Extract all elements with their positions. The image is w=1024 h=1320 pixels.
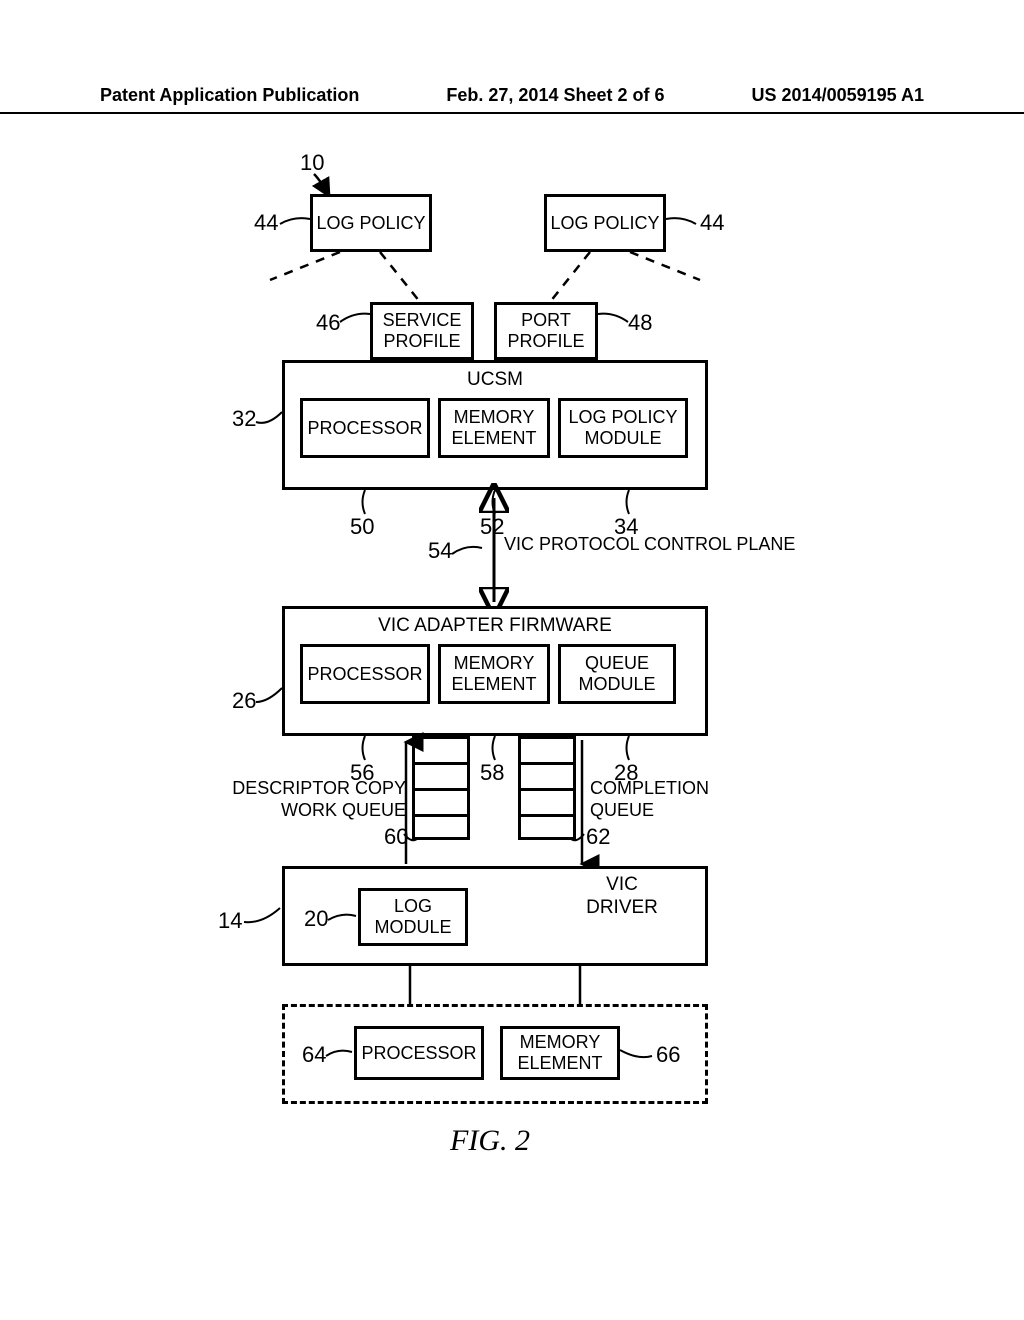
leader-26 [256, 686, 286, 704]
log-module-label: LOG MODULE [361, 896, 465, 937]
leader-46 [340, 310, 372, 326]
processor-2-label: PROCESSOR [307, 664, 422, 685]
ref-50: 50 [350, 514, 374, 540]
header-left: Patent Application Publication [100, 85, 359, 106]
memory-element-1-box: MEMORY ELEMENT [438, 398, 550, 458]
vic-protocol-label: VIC PROTOCOL CONTROL PLANE [504, 534, 795, 556]
log-policy-b-label: LOG POLICY [550, 213, 659, 234]
leader-64 [326, 1046, 356, 1060]
dashed-connectors-top [260, 252, 720, 312]
queue-module-label: QUEUE MODULE [561, 653, 673, 694]
header-right: US 2014/0059195 A1 [752, 85, 924, 106]
processor-1-label: PROCESSOR [307, 418, 422, 439]
ref-46: 46 [316, 310, 340, 336]
ref-32: 32 [232, 406, 256, 432]
diagram-container: 10 LOG POLICY 44 LOG POLICY 44 [0, 140, 1024, 1240]
completion-queue-62 [518, 736, 576, 840]
page: Patent Application Publication Feb. 27, … [0, 0, 1024, 1320]
log-policy-box-b: LOG POLICY [544, 194, 666, 252]
header-center: Feb. 27, 2014 Sheet 2 of 6 [446, 85, 664, 106]
descriptor-queue-label: DESCRIPTOR COPY WORK QUEUE [206, 778, 406, 821]
ref-58: 58 [480, 760, 504, 786]
processor-1-box: PROCESSOR [300, 398, 430, 458]
ref-26: 26 [232, 688, 256, 714]
memory-element-2-box: MEMORY ELEMENT [438, 644, 550, 704]
port-profile-label: PORT PROFILE [497, 310, 595, 351]
arrow-up-queue [400, 736, 420, 876]
ref-54: 54 [428, 538, 452, 564]
processor-2-box: PROCESSOR [300, 644, 430, 704]
leader-32 [256, 410, 286, 426]
leader-56 [358, 736, 372, 762]
memory-element-3-box: MEMORY ELEMENT [500, 1026, 620, 1080]
leader-66 [620, 1046, 656, 1060]
leader-58 [488, 736, 502, 762]
ref-20: 20 [304, 906, 328, 932]
memory-element-2-label: MEMORY ELEMENT [441, 653, 547, 694]
double-arrow-54 [484, 490, 504, 610]
leader-54 [452, 542, 486, 558]
ref-44a: 44 [254, 210, 278, 236]
completion-queue-label: COMPLETION QUEUE [590, 778, 740, 821]
log-policy-module-label: LOG POLICY MODULE [561, 407, 685, 448]
memory-element-3-label: MEMORY ELEMENT [503, 1032, 617, 1073]
vic-driver-label: VIC DRIVER [572, 874, 672, 920]
arrow-down-queue [576, 736, 596, 876]
service-profile-box: SERVICE PROFILE [370, 302, 474, 360]
leader-48 [598, 310, 630, 326]
leader-28 [622, 736, 636, 762]
service-profile-label: SERVICE PROFILE [373, 310, 471, 351]
figure-caption: FIG. 2 [450, 1124, 530, 1158]
log-policy-module-box: LOG POLICY MODULE [558, 398, 688, 458]
vic-firmware-title: VIC ADAPTER FIRMWARE [285, 615, 705, 637]
leader-44a [280, 214, 314, 232]
leader-44b [666, 214, 700, 232]
leader-34 [622, 490, 636, 516]
leader-14 [244, 906, 284, 924]
ref-66: 66 [656, 1042, 680, 1068]
log-policy-a-label: LOG POLICY [316, 213, 425, 234]
queue-module-box: QUEUE MODULE [558, 644, 676, 704]
memory-element-1-label: MEMORY ELEMENT [441, 407, 547, 448]
leader-50 [358, 490, 372, 516]
ref-64: 64 [302, 1042, 326, 1068]
page-header: Patent Application Publication Feb. 27, … [0, 85, 1024, 114]
leader-20 [328, 910, 360, 924]
work-queue-60 [412, 736, 470, 840]
port-profile-box: PORT PROFILE [494, 302, 598, 360]
processor-3-label: PROCESSOR [361, 1043, 476, 1064]
ref-14: 14 [218, 908, 242, 934]
ucsm-title: UCSM [285, 369, 705, 391]
ref-44b: 44 [700, 210, 724, 236]
ref-48: 48 [628, 310, 652, 336]
log-module-box: LOG MODULE [358, 888, 468, 946]
processor-3-box: PROCESSOR [354, 1026, 484, 1080]
log-policy-box-a: LOG POLICY [310, 194, 432, 252]
